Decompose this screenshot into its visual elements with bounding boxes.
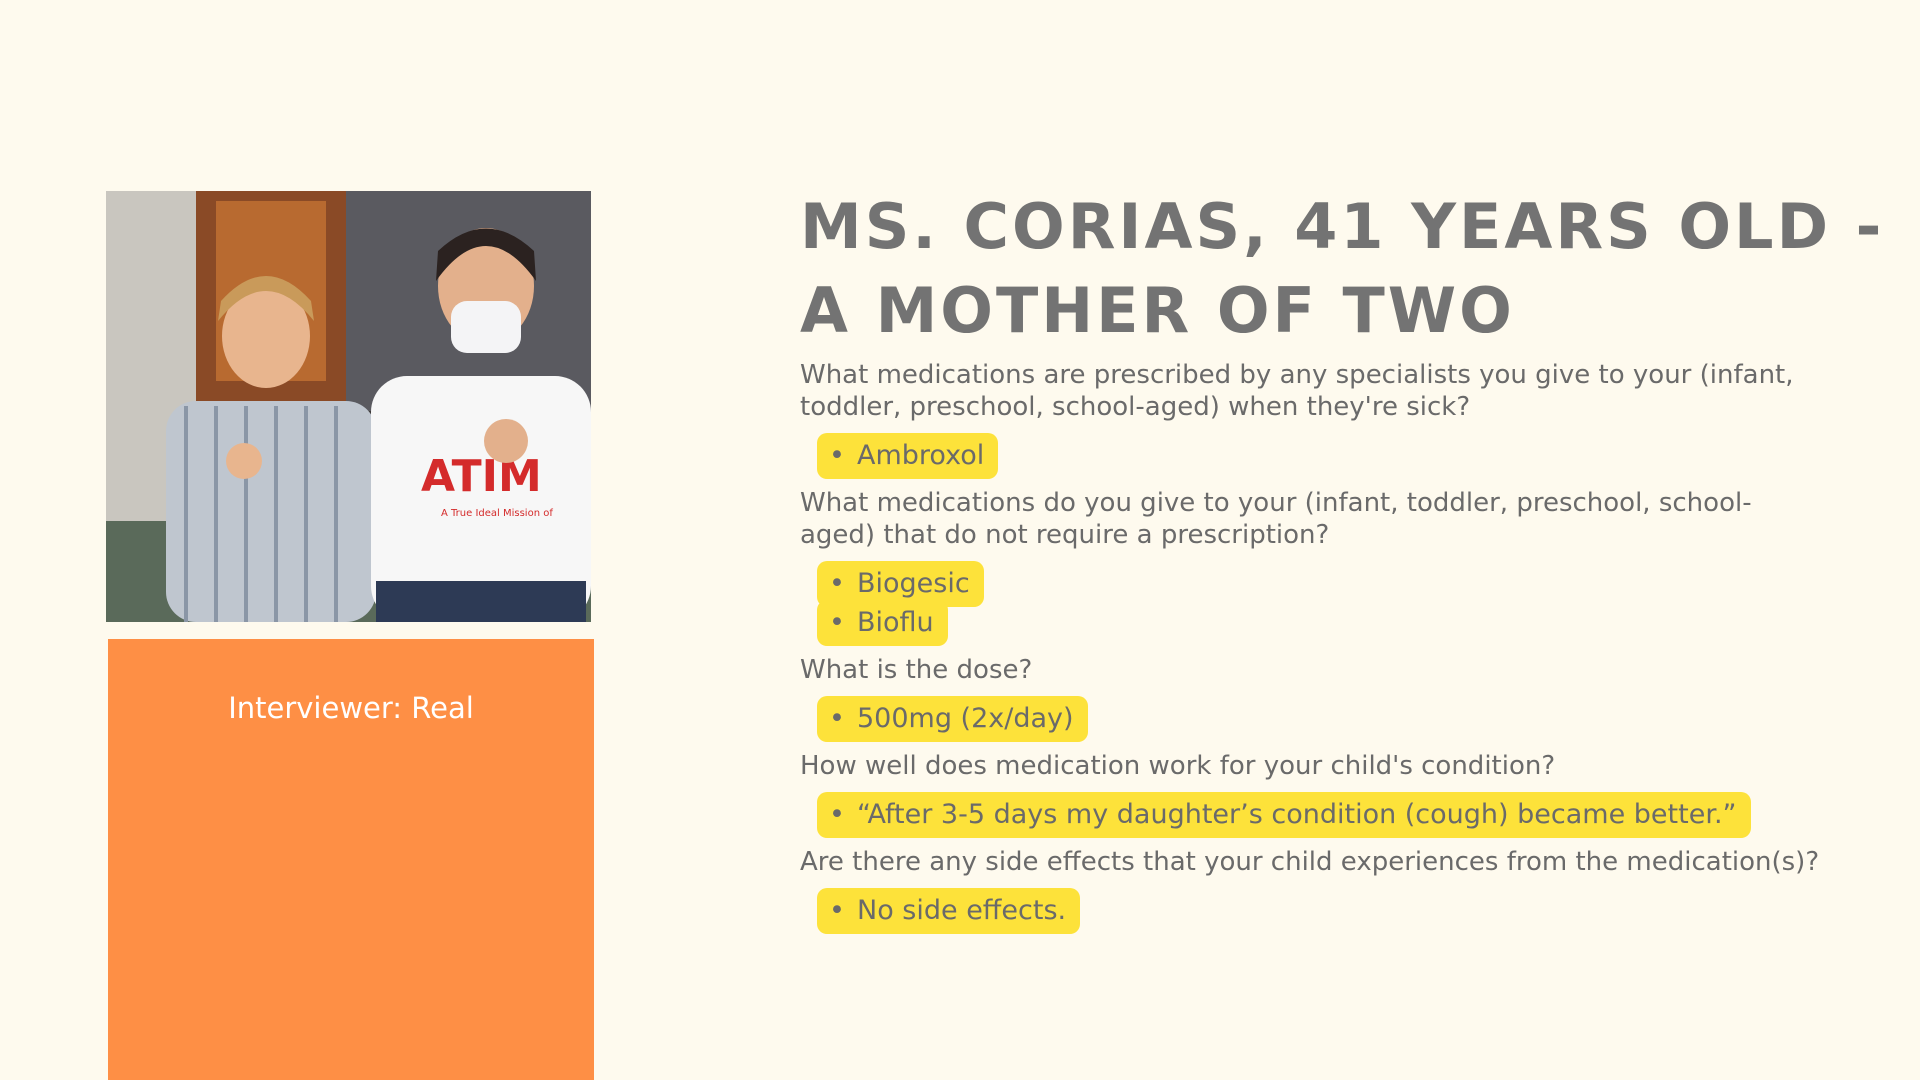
answer-item: No side effects.: [817, 888, 1081, 934]
caption-box: Interviewer: Real: [108, 639, 594, 1080]
answer-list: Biogesic Bioflu: [817, 561, 1840, 646]
answer-list: “After 3-5 days my daughter’s condition …: [817, 792, 1840, 838]
answer-list: Ambroxol: [817, 433, 1840, 479]
qa-item: What medications do you give to your (in…: [800, 487, 1840, 646]
question-text: What is the dose?: [800, 655, 1033, 685]
interview-content: MS. CORIAS, 41 YEARS OLD - A MOTHER OF T…: [800, 185, 1885, 942]
shirt-text: ATIM: [421, 451, 542, 502]
title-line: MS. CORIAS, 41 YEARS OLD -: [800, 190, 1885, 263]
answer-item: Ambroxol: [817, 433, 999, 479]
page-title: MS. CORIAS, 41 YEARS OLD - A MOTHER OF T…: [800, 185, 1885, 353]
shirt-subtext: A True Ideal Mission of: [441, 508, 553, 519]
answer-item: “After 3-5 days my daughter’s condition …: [817, 792, 1751, 838]
answer-item: 500mg (2x/day): [817, 696, 1088, 742]
qa-item: How well does medication work for your c…: [800, 750, 1840, 838]
title-line: A MOTHER OF TWO: [800, 274, 1515, 347]
qa-item: Are there any side effects that your chi…: [800, 846, 1840, 934]
question-text: How well does medication work for your c…: [800, 751, 1556, 781]
interviewer-caption: Interviewer: Real: [228, 691, 474, 725]
question-text: What medications are prescribed by any s…: [800, 360, 1794, 422]
qa-item: What medications are prescribed by any s…: [800, 359, 1840, 479]
answer-list: No side effects.: [817, 888, 1840, 934]
question-text: What medications do you give to your (in…: [800, 488, 1752, 550]
question-text: Are there any side effects that your chi…: [800, 847, 1820, 877]
answer-item: Bioflu: [817, 600, 948, 646]
answer-list: 500mg (2x/day): [817, 696, 1840, 742]
qa-item: What is the dose? 500mg (2x/day): [800, 654, 1840, 742]
interview-photo: ATIM A True Ideal Mission of: [106, 191, 591, 622]
photo-icon: ATIM A True Ideal Mission of: [106, 191, 591, 622]
